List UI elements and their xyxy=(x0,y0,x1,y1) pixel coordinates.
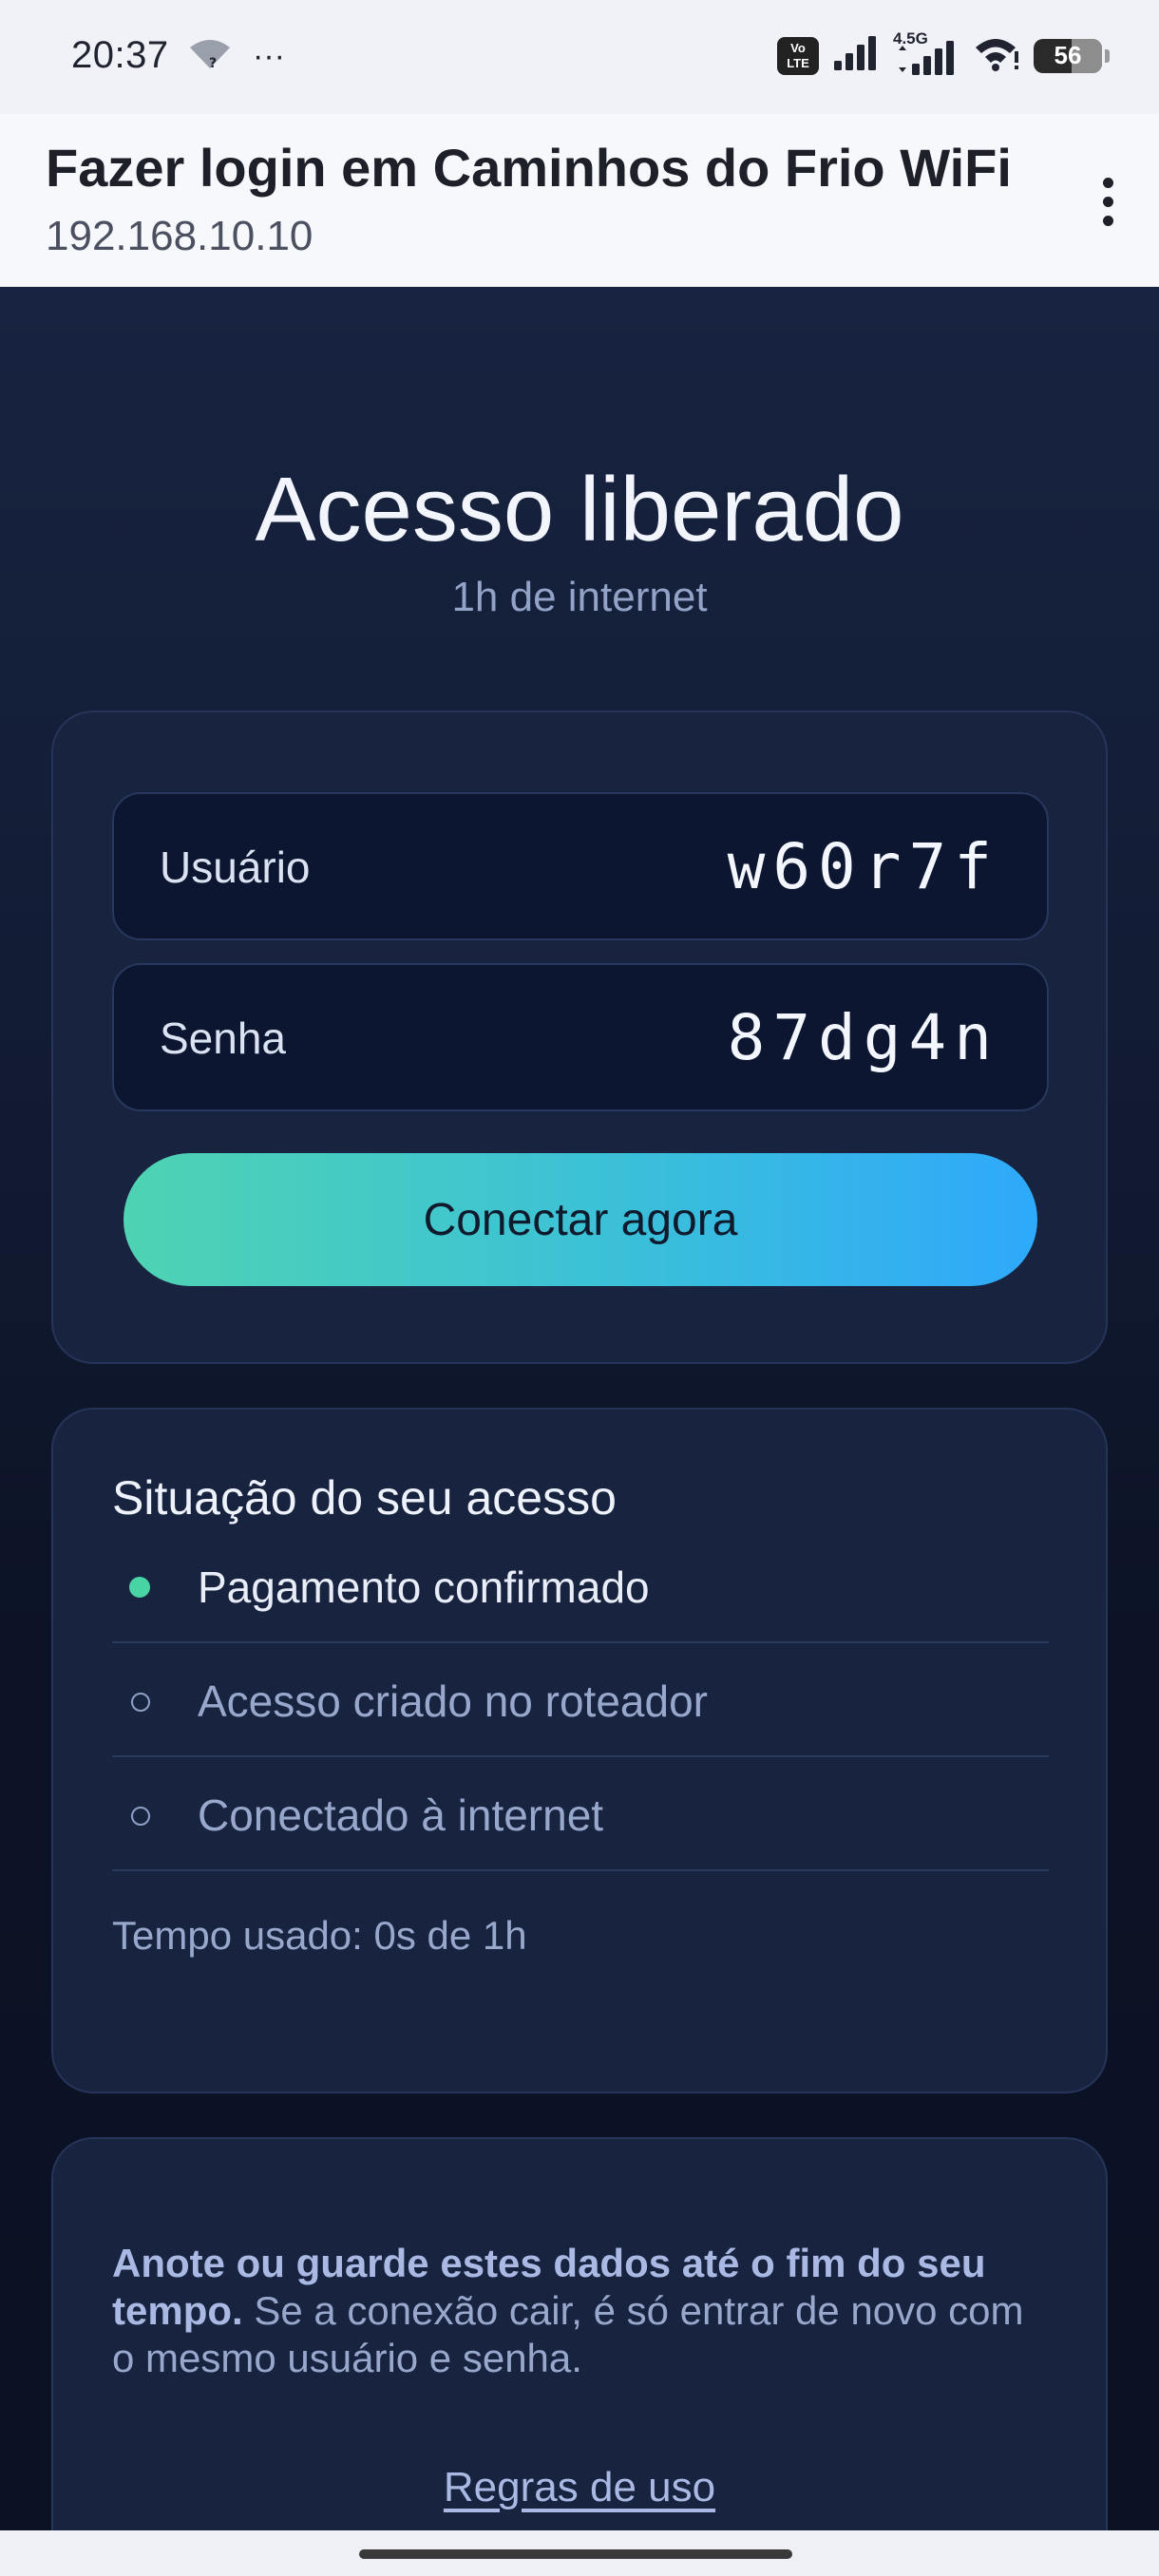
battery-icon: 56 xyxy=(1034,38,1110,73)
hero-title: Acesso liberado xyxy=(255,459,904,560)
credentials-card: Usuário w60r7f Senha 87dg4n Conectar ago… xyxy=(51,710,1108,1364)
wifi-unknown-icon: ? xyxy=(188,38,232,75)
status-item-router: Acesso criado no roteador xyxy=(112,1643,1049,1757)
status-left-icons: ? ··· xyxy=(188,38,285,75)
page-url: 192.168.10.10 xyxy=(46,213,314,259)
browser-app-bar: Fazer login em Caminhos do Frio WiFi 192… xyxy=(0,114,1159,287)
phone-screen: 20:37 ? ··· Vo LTE 4.5G 56 Fazer login e… xyxy=(0,0,1159,2576)
signal-4.5g-icon: 4.5G xyxy=(893,29,960,77)
status-item-label: Conectado à internet xyxy=(198,1790,604,1840)
status-time: 20:37 xyxy=(71,34,169,76)
username-value[interactable]: w60r7f xyxy=(728,830,999,903)
signal-icon xyxy=(832,34,880,77)
status-item-label: Acesso criado no roteador xyxy=(198,1676,708,1726)
hero-subtitle: 1h de internet xyxy=(451,574,708,620)
status-pending-icon xyxy=(131,1807,150,1826)
status-item-payment: Pagamento confirmado xyxy=(112,1529,1049,1643)
password-label: Senha xyxy=(160,1013,287,1063)
home-gesture-handle[interactable] xyxy=(359,2549,792,2559)
notice-body: Se a conexão cair, é só entrar de novo c… xyxy=(112,2288,1024,2380)
more-vertical-icon[interactable] xyxy=(1079,161,1136,241)
rules-link[interactable]: Regras de uso xyxy=(53,2464,1106,2511)
status-item-internet: Conectado à internet xyxy=(112,1757,1049,1871)
status-right-icons: Vo LTE 4.5G 56 xyxy=(777,29,1110,77)
time-used: Tempo usado: 0s de 1h xyxy=(112,1913,527,1958)
status-item-label: Pagamento confirmado xyxy=(198,1563,650,1612)
volte-icon: Vo LTE xyxy=(777,36,819,75)
battery-percent: 56 xyxy=(1054,41,1082,69)
overflow-dots: ··· xyxy=(253,38,285,74)
captive-portal-page: Acesso liberado 1h de internet Usuário w… xyxy=(0,287,1159,2530)
status-title: Situação do seu acesso xyxy=(112,1471,617,1525)
username-label: Usuário xyxy=(160,843,311,892)
notice-text: Anote ou guarde estes dados até o fim do… xyxy=(112,2240,1053,2382)
gesture-nav-bar xyxy=(0,2530,1159,2576)
connect-now-button[interactable]: Conectar agora xyxy=(124,1153,1037,1286)
access-status-card: Situação do seu acesso Pagamento confirm… xyxy=(51,1408,1108,2093)
page-title: Fazer login em Caminhos do Frio WiFi xyxy=(46,138,1012,198)
status-pending-icon xyxy=(131,1693,150,1712)
status-done-icon xyxy=(129,1577,150,1598)
username-row[interactable]: Usuário w60r7f xyxy=(112,792,1049,940)
notice-card: Anote ou guarde estes dados até o fim do… xyxy=(51,2137,1108,2530)
status-bar: 20:37 ? ··· Vo LTE 4.5G 56 xyxy=(0,0,1159,114)
svg-text:?: ? xyxy=(209,56,217,70)
wifi-icon xyxy=(973,34,1020,77)
password-row[interactable]: Senha 87dg4n xyxy=(112,963,1049,1111)
password-value[interactable]: 87dg4n xyxy=(728,1001,999,1074)
